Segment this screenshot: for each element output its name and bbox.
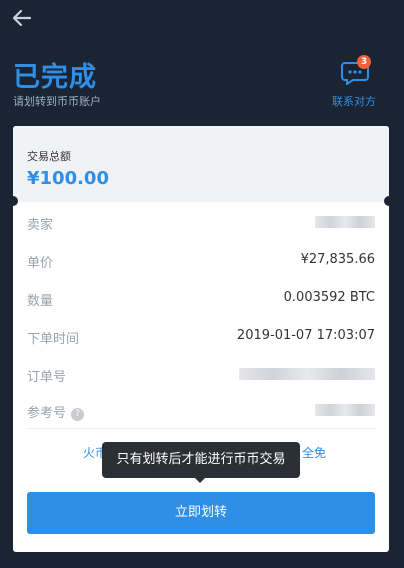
detail-row-price: 单价 ¥27,835.66 [27,252,375,276]
detail-key: 卖家 [27,218,54,233]
detail-value: ¥27,835.66 [300,252,375,267]
page-subtitle: 请划转到币币账户 [13,95,101,108]
seller-name-blurred [315,216,375,228]
order-number-blurred [239,368,375,380]
detail-key: 单价 [27,256,54,271]
detail-key: 数量 [27,294,54,309]
detail-row-order-number: 订单号 [27,366,375,390]
detail-row-order-time: 下单时间 2019-01-07 17:03:07 [27,328,375,352]
page-title: 已完成 [13,62,97,93]
unread-badge: 3 [357,55,371,69]
total-amount: ¥100.00 [27,168,109,189]
transfer-now-button[interactable]: 立即划转 [27,492,375,534]
contact-label: 联系对方 [332,95,376,108]
detail-key: 下单时间 [27,332,80,347]
contact-seller-button[interactable]: 3 联系对方 [324,55,384,115]
notice-text-right[interactable]: 全免 [302,444,326,461]
transfer-tooltip: 只有划转后才能进行币币交易 [102,442,300,478]
detail-key: 订单号 [27,370,67,385]
back-arrow-icon[interactable] [10,6,34,30]
detail-key: 参考号? [27,402,85,421]
detail-value: 2019-01-07 17:03:07 [236,328,375,343]
detail-value: 0.003592 BTC [283,290,375,305]
tooltip-arrow [193,476,207,483]
reference-number-blurred [315,404,375,416]
help-icon[interactable]: ? [71,408,85,421]
total-summary: 交易总额 ¥100.00 [13,126,389,202]
card-notch-right [384,196,394,206]
detail-row-reference: 参考号? [27,402,375,426]
detail-row-seller: 卖家 [27,214,375,238]
detail-row-quantity: 数量 0.003592 BTC [27,290,375,314]
card-notch-left [8,196,18,206]
total-label: 交易总额 [27,150,71,163]
divider [27,428,375,429]
order-card: 交易总额 ¥100.00 卖家 单价 ¥27,835.66 数量 0.00359… [8,126,394,552]
